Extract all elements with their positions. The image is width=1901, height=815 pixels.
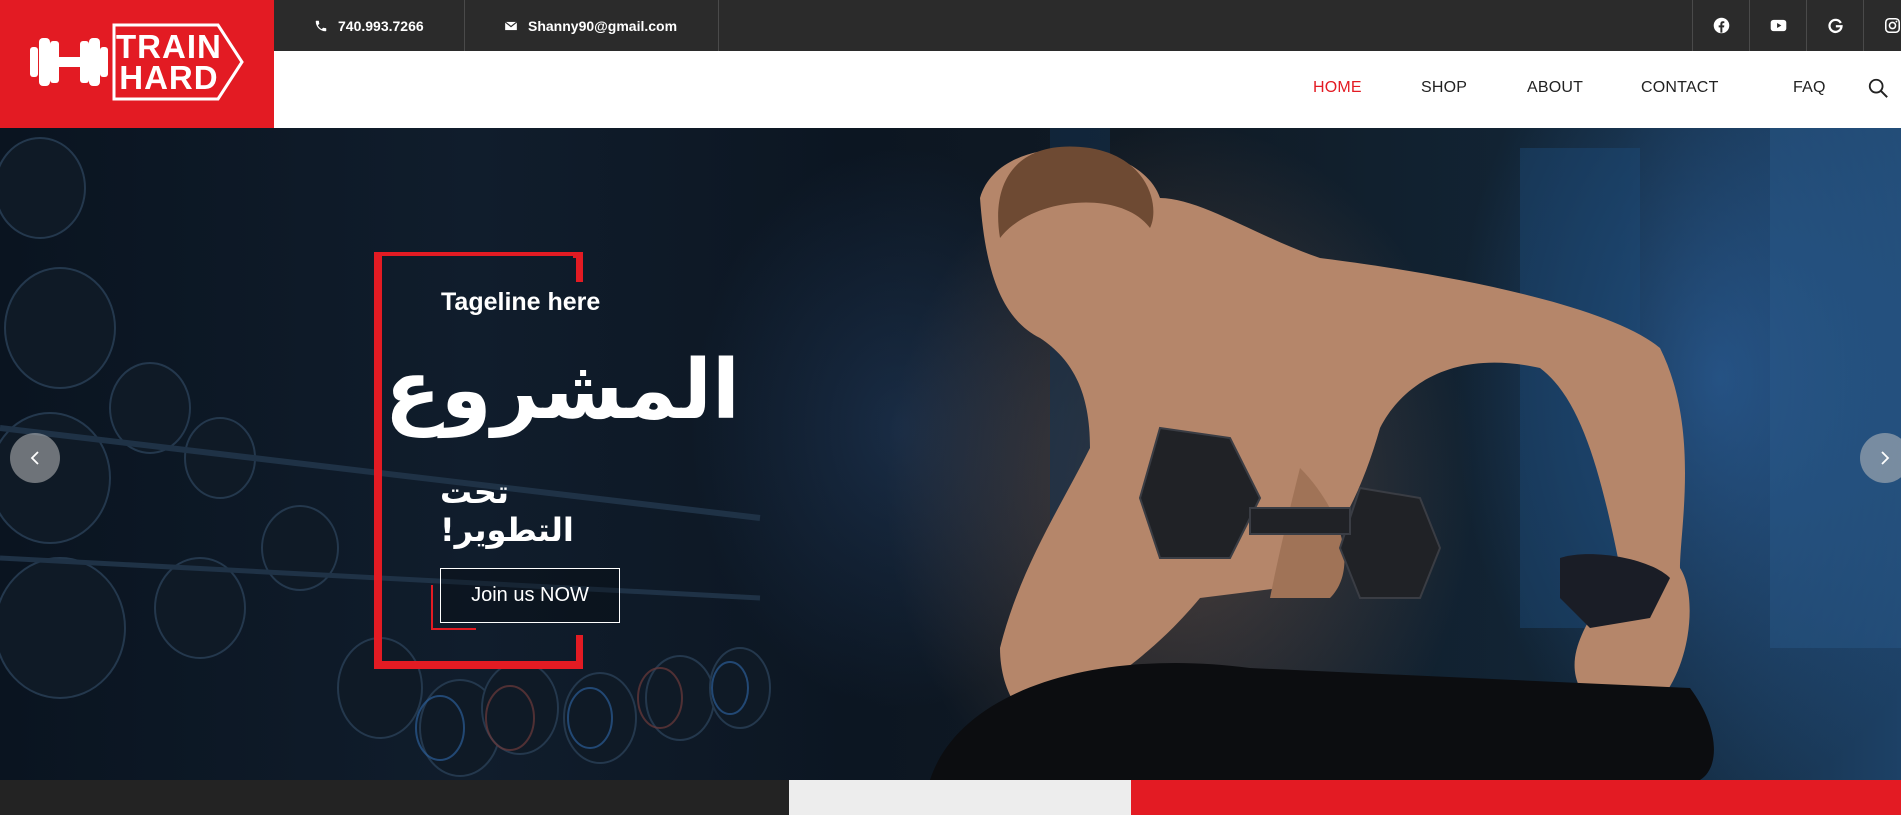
phone-contact[interactable]: 740.993.7266 <box>314 0 424 51</box>
hero-subline: تحت التطوير! <box>440 473 574 549</box>
logo-text: TRAIN HARD <box>116 28 222 96</box>
join-now-button[interactable]: Join us NOW <box>440 568 620 623</box>
divider <box>464 0 465 51</box>
hero-tagline: Tageline here <box>441 288 601 316</box>
nav-home[interactable]: HOME <box>1313 79 1362 97</box>
email-contact[interactable]: Shanny90@gmail.com <box>504 0 677 51</box>
email-address: Shanny90@gmail.com <box>528 17 678 34</box>
phone-icon <box>315 20 327 31</box>
main-nav: HOME SHOP ABOUT CONTACT FAQ <box>274 51 1901 128</box>
nav-faq[interactable]: FAQ <box>1793 79 1826 97</box>
bottom-strip-light <box>789 780 1131 815</box>
logo-line-1: TRAIN <box>116 28 222 65</box>
facebook-link[interactable] <box>1693 0 1750 51</box>
nav-about[interactable]: ABOUT <box>1527 79 1583 97</box>
instagram-icon <box>1884 17 1901 34</box>
logo[interactable]: TRAIN HARD <box>0 0 274 128</box>
logo-line-2: HARD <box>119 59 219 96</box>
facebook-icon <box>1713 17 1730 34</box>
google-link[interactable] <box>1807 0 1864 51</box>
hero-background-image <box>0 128 1901 780</box>
hero-headline: المشروع <box>384 343 740 438</box>
chevron-left-icon <box>30 451 39 465</box>
youtube-icon <box>1770 19 1787 32</box>
slider-prev-button[interactable] <box>10 433 60 483</box>
divider <box>718 0 719 51</box>
nav-shop[interactable]: SHOP <box>1421 79 1467 97</box>
hero-slider: Tageline here المشروع تحت التطوير! Join … <box>0 128 1901 780</box>
youtube-link[interactable] <box>1750 0 1807 51</box>
envelope-icon <box>504 20 518 30</box>
bottom-strip-dark <box>0 780 789 815</box>
search-icon[interactable] <box>1867 77 1889 99</box>
phone-number: 740.993.7266 <box>338 17 424 34</box>
chevron-right-icon <box>1881 451 1890 465</box>
top-bar: 740.993.7266 Shanny90@gmail.com <box>274 0 1901 51</box>
google-icon <box>1828 18 1843 33</box>
nav-contact[interactable]: CONTACT <box>1641 79 1719 97</box>
instagram-link[interactable] <box>1864 0 1901 51</box>
bottom-strip-red <box>1131 780 1901 815</box>
